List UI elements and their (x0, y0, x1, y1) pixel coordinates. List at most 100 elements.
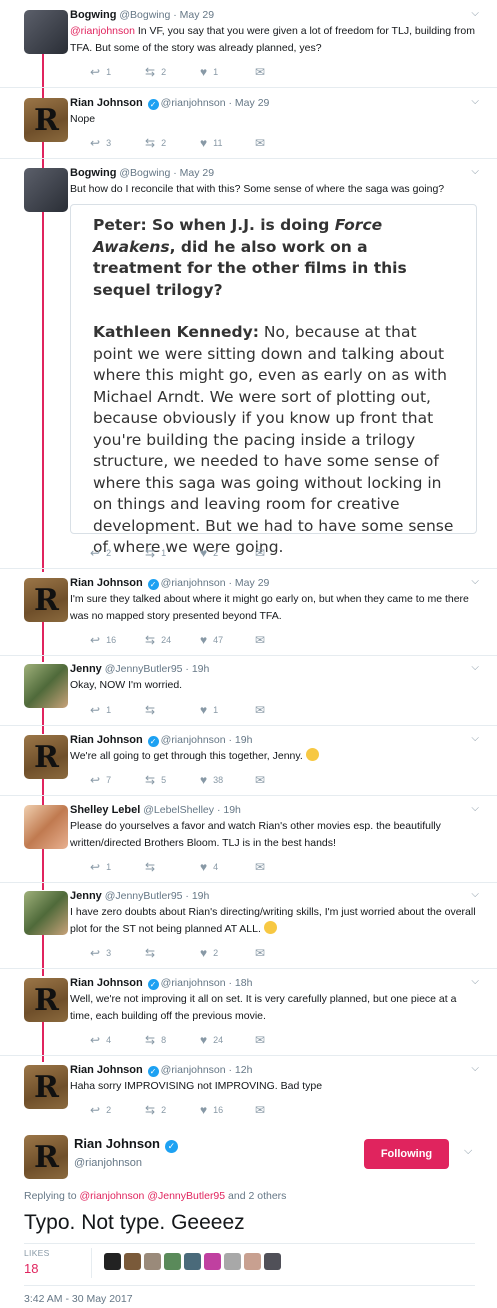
author-handle[interactable]: @JennyButler95 · 19h (105, 663, 210, 675)
author-handle[interactable]: @rianjohnson · May 29 (161, 97, 270, 109)
thread-line (42, 48, 44, 98)
liker-avatar[interactable] (244, 1253, 261, 1270)
author-name[interactable]: Rian Johnson (70, 577, 143, 589)
reply-button[interactable]: ↩ 3 (90, 136, 145, 150)
reply-button[interactable]: ↩ 16 (90, 633, 145, 647)
retweet-button[interactable]: ⇆ (145, 703, 200, 717)
like-button[interactable]: ♥ 11 (200, 136, 255, 150)
author-name[interactable]: Rian Johnson (70, 97, 143, 109)
main-author-handle[interactable]: @rianjohnson (74, 1157, 142, 1169)
tweet-timestamp[interactable]: 3:42 AM - 30 May 2017 (24, 1293, 133, 1305)
author-name[interactable]: Bogwing (70, 167, 116, 179)
tweet-text: Haha sorry IMPROVISING not IMPROVING. Ba… (70, 1080, 323, 1092)
reply-button[interactable]: ↩ 3 (90, 946, 145, 960)
dm-button[interactable]: ✉ (255, 946, 310, 960)
quoted-image-text[interactable]: Peter: So when J.J. is doing Force Awake… (70, 204, 477, 556)
like-button[interactable]: ♥ 2 (200, 546, 255, 560)
author-handle[interactable]: @JennyButler95 · 19h (105, 890, 210, 902)
retweet-button[interactable]: ⇆ (145, 946, 200, 960)
dm-button[interactable]: ✉ (255, 860, 310, 874)
retweet-icon: ⇆ (145, 860, 156, 874)
liker-avatars (104, 1253, 284, 1270)
reply-button[interactable]: ↩ 1 (90, 65, 145, 79)
dm-button[interactable]: ✉ (255, 65, 310, 79)
liker-avatar[interactable] (264, 1253, 281, 1270)
like-button[interactable]: ♥ 4 (200, 860, 255, 874)
reply-button[interactable]: ↩ 7 (90, 773, 145, 787)
retweet-button[interactable]: ⇆ 2 (145, 65, 200, 79)
author-name[interactable]: Rian Johnson (70, 734, 143, 746)
author-name[interactable]: Rian Johnson (70, 977, 143, 989)
retweet-button[interactable]: ⇆ 2 (145, 1103, 200, 1117)
author-handle[interactable]: @LebelShelley · 19h (143, 804, 241, 816)
avatar[interactable] (24, 805, 68, 849)
author-name[interactable]: Rian Johnson (70, 1064, 143, 1076)
reply-icon: ↩ (90, 860, 101, 874)
liker-avatar[interactable] (124, 1253, 141, 1270)
dm-button[interactable]: ✉ (255, 703, 310, 717)
dm-button[interactable]: ✉ (255, 1033, 310, 1047)
like-button[interactable]: ♥ 2 (200, 946, 255, 960)
author-handle[interactable]: @rianjohnson · 18h (161, 977, 253, 989)
dm-button[interactable]: ✉ (255, 546, 310, 560)
retweet-button[interactable]: ⇆ 8 (145, 1033, 200, 1047)
likes-count[interactable]: 18 (24, 1261, 38, 1276)
retweet-button[interactable]: ⇆ 2 (145, 136, 200, 150)
author-name[interactable]: Shelley Lebel (70, 804, 140, 816)
retweet-button[interactable]: ⇆ 5 (145, 773, 200, 787)
dm-button[interactable]: ✉ (255, 633, 310, 647)
reply-button[interactable]: ↩ 2 (90, 546, 145, 560)
retweet-button[interactable]: ⇆ (145, 860, 200, 874)
main-author[interactable]: Rian Johnson ✓ (74, 1136, 180, 1153)
heart-icon: ♥ (200, 546, 208, 560)
chevron-down-icon[interactable]: ⌵ (464, 1145, 472, 1158)
mention-link[interactable]: @rianjohnson (70, 25, 135, 37)
divider (0, 795, 497, 796)
following-button[interactable]: Following (364, 1139, 449, 1169)
avatar[interactable]: R (24, 735, 68, 779)
liker-avatar[interactable] (144, 1253, 161, 1270)
avatar[interactable]: R (24, 578, 68, 622)
dm-button[interactable]: ✉ (255, 136, 310, 150)
reply-button[interactable]: ↩ 1 (90, 703, 145, 717)
main-avatar[interactable]: R (24, 1135, 68, 1179)
avatar[interactable] (24, 891, 68, 935)
dm-button[interactable]: ✉ (255, 773, 310, 787)
avatar[interactable] (24, 168, 68, 212)
liker-avatar[interactable] (224, 1253, 241, 1270)
reply-button[interactable]: ↩ 1 (90, 860, 145, 874)
main-author-name[interactable]: Rian Johnson (74, 1136, 160, 1151)
likes-label[interactable]: LIKES (24, 1248, 50, 1258)
tweet-text: @rianjohnson In VF, you say that you wer… (70, 25, 476, 54)
liker-avatar[interactable] (184, 1253, 201, 1270)
dm-button[interactable]: ✉ (255, 1103, 310, 1117)
author-handle[interactable]: @Bogwing · May 29 (119, 9, 214, 21)
liker-avatar[interactable] (204, 1253, 221, 1270)
like-button[interactable]: ♥ 1 (200, 703, 255, 717)
author-handle[interactable]: @rianjohnson · 12h (161, 1064, 253, 1076)
mention-link[interactable]: @JennyButler95 (147, 1190, 225, 1202)
like-button[interactable]: ♥ 24 (200, 1033, 255, 1047)
like-button[interactable]: ♥ 16 (200, 1103, 255, 1117)
author-name[interactable]: Jenny (70, 890, 102, 902)
retweet-button[interactable]: ⇆ 1 (145, 546, 200, 560)
like-button[interactable]: ♥ 1 (200, 65, 255, 79)
avatar[interactable] (24, 664, 68, 708)
avatar[interactable] (24, 10, 68, 54)
liker-avatar[interactable] (104, 1253, 121, 1270)
author-handle[interactable]: @Bogwing · May 29 (119, 167, 214, 179)
retweet-button[interactable]: ⇆ 24 (145, 633, 200, 647)
reply-button[interactable]: ↩ 2 (90, 1103, 145, 1117)
author-name[interactable]: Jenny (70, 663, 102, 675)
author-handle[interactable]: @rianjohnson · May 29 (161, 577, 270, 589)
liker-avatar[interactable] (164, 1253, 181, 1270)
author-handle[interactable]: @rianjohnson · 19h (161, 734, 253, 746)
avatar[interactable]: R (24, 98, 68, 142)
mention-link[interactable]: @rianjohnson (79, 1190, 144, 1202)
reply-button[interactable]: ↩ 4 (90, 1033, 145, 1047)
author-name[interactable]: Bogwing (70, 9, 116, 21)
like-button[interactable]: ♥ 38 (200, 773, 255, 787)
avatar[interactable]: R (24, 1065, 68, 1109)
avatar[interactable]: R (24, 978, 68, 1022)
like-button[interactable]: ♥ 47 (200, 633, 255, 647)
